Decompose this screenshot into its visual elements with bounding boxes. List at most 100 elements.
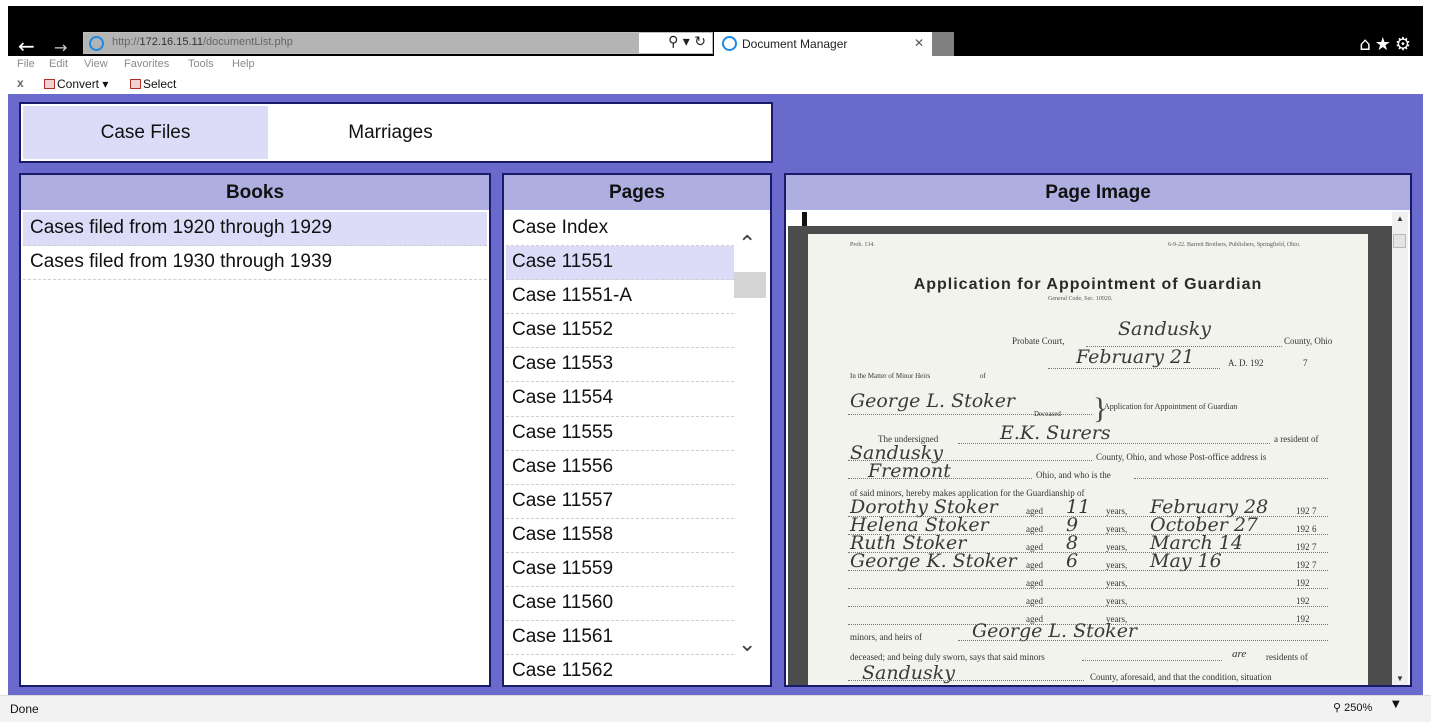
menu-view[interactable]: View [84, 58, 108, 70]
chevron-down-icon[interactable]: ⌄ [738, 632, 756, 657]
book-item-1920-1929[interactable]: Cases filed from 1920 through 1929 [23, 212, 487, 246]
ad-year: 7 [1303, 358, 1308, 368]
year-prefix: 192 [1296, 578, 1310, 588]
page-item[interactable]: Case 11555 [506, 417, 734, 451]
chevron-up-icon[interactable]: ⌃ [738, 232, 756, 257]
books-list: Cases filed from 1920 through 1929 Cases… [23, 212, 487, 280]
page-item[interactable]: Case 11553 [506, 348, 734, 383]
year-prefix: 192 [1296, 524, 1310, 534]
page-item[interactable]: Case 11556 [506, 451, 734, 485]
page-image-panel: Page Image Prob. 134. 6-9-22. Barrett Br… [784, 173, 1412, 687]
zoom-level[interactable]: ⚲ 250% [1333, 701, 1372, 714]
child-birth-date: May 16 [1150, 550, 1222, 572]
menu-help[interactable]: Help [232, 58, 255, 70]
page-item[interactable]: Case 11559 [506, 553, 734, 588]
document-manager-app: Case Files Marriages Books Cases filed f… [8, 94, 1423, 695]
url-host: 172.16.15.11 [139, 36, 203, 48]
menu-edit[interactable]: Edit [49, 58, 68, 70]
image-scrollbar[interactable]: ▲ ▼ [1392, 212, 1408, 685]
tab-case-files[interactable]: Case Files [23, 106, 268, 159]
pdf-icon [44, 79, 55, 89]
years-label: years, [1106, 560, 1128, 570]
page-item[interactable]: Case 11558 [506, 519, 734, 553]
date-hand: February 21 [1076, 346, 1195, 368]
page-item[interactable]: Case 11551-A [506, 280, 734, 315]
browser-tab[interactable]: Document Manager ✕ [714, 32, 932, 56]
child-year: 6 [1312, 524, 1317, 534]
child-year: 7 [1312, 506, 1317, 516]
zoom-dropdown-icon[interactable]: ▼ [1392, 699, 1400, 710]
year-prefix: 192 [1296, 614, 1310, 624]
home-icon[interactable]: ⌂ [1359, 34, 1374, 55]
years-label: years, [1106, 524, 1128, 534]
home-favorites-settings-icons[interactable]: ⌂★⚙ [1359, 34, 1415, 55]
convert-button[interactable]: Convert ▾ [44, 77, 108, 91]
tab-close-icon[interactable]: ✕ [914, 36, 924, 50]
matter-label: In the Matter of Minor Heirs [850, 372, 931, 380]
book-item-1930-1939[interactable]: Cases filed from 1930 through 1939 [23, 246, 487, 280]
address-bar[interactable]: http://172.16.15.11/documentList.php ⚲ ▾… [83, 32, 713, 54]
page-item[interactable]: Case 11552 [506, 314, 734, 349]
pages-panel: Pages Case Index Case 11551 Case 11551-A… [502, 173, 772, 687]
scroll-down-icon[interactable]: ▼ [1396, 674, 1404, 683]
browser-titlebar: ← → http://172.16.15.11/documentList.php… [0, 0, 1431, 58]
gear-icon[interactable]: ⚙ [1395, 34, 1415, 55]
aged-label: aged [1026, 524, 1043, 534]
menu-favorites[interactable]: Favorites [124, 58, 169, 70]
pages-list[interactable]: Case Index Case 11551 Case 11551-A Case … [506, 212, 734, 685]
command-bar: x Convert ▾ Select [0, 74, 1431, 94]
search-refresh-icons[interactable]: ⚲ ▾ ↻ [668, 34, 706, 50]
page-item[interactable]: Case 11561 [506, 621, 734, 656]
applicant-name: E.K. Surers [1000, 422, 1111, 444]
select-label: Select [143, 77, 177, 91]
select-icon [130, 79, 141, 89]
heirs-name: George L. Stoker [972, 620, 1138, 642]
star-icon[interactable]: ★ [1375, 34, 1395, 55]
years-label: years, [1106, 578, 1128, 588]
tab-ie-icon [722, 36, 737, 51]
url-path: /documentList.php [202, 36, 293, 48]
tab-marriages[interactable]: Marriages [268, 106, 513, 159]
magnifier-icon: ⚲ [1333, 702, 1345, 714]
convert-dropdown-icon[interactable]: ▾ [102, 77, 108, 91]
aged-label: aged [1026, 506, 1043, 516]
page-item[interactable]: Case 11560 [506, 587, 734, 622]
years-label: years, [1106, 506, 1128, 516]
page-item[interactable]: Case Index [506, 212, 734, 247]
year-prefix: 192 [1296, 596, 1310, 606]
new-tab-button[interactable] [932, 32, 954, 56]
page-item[interactable]: Case 11562 [506, 655, 734, 685]
page-item[interactable]: Case 11557 [506, 485, 734, 519]
publisher-line: 6-9-22. Barrett Brothers, Publishers, Sp… [1168, 242, 1301, 248]
status-bar: Done ⚲ 250% ▼ [0, 695, 1431, 722]
aged-label: aged [1026, 578, 1043, 588]
resident-label: a resident of [1274, 434, 1319, 444]
aged-label: aged [1026, 560, 1043, 570]
select-button[interactable]: Select [130, 77, 176, 91]
deceased-label: Deceased [1034, 410, 1061, 418]
pages-scroll-thumb[interactable] [734, 272, 766, 298]
scroll-up-icon[interactable]: ▲ [1396, 214, 1404, 223]
child-year: 7 [1312, 560, 1317, 570]
page-image-viewer[interactable]: Prob. 134. 6-9-22. Barrett Brothers, Pub… [788, 212, 1408, 685]
ohio-label: Ohio, and who is the [1036, 470, 1111, 480]
forward-arrow-icon[interactable]: → [54, 38, 67, 58]
form-number: Prob. 134. [850, 242, 875, 248]
page-image-header: Page Image [786, 175, 1410, 210]
application-label: Application for Appointment of Guardian [1104, 402, 1238, 411]
child-age: 6 [1066, 550, 1079, 572]
status-text: Done [10, 702, 39, 716]
menu-tools[interactable]: Tools [188, 58, 214, 70]
zoom-value: 250% [1344, 702, 1373, 714]
child-year: 7 [1312, 542, 1317, 552]
page-item[interactable]: Case 11551 [506, 246, 734, 281]
document-subtitle: General Code, Sec. 10920. [1048, 296, 1113, 302]
books-panel: Books Cases filed from 1920 through 1929… [19, 173, 491, 687]
close-toolbar-icon[interactable]: x [17, 76, 24, 90]
back-arrow-icon[interactable]: ← [18, 36, 35, 56]
page-item[interactable]: Case 11554 [506, 382, 734, 417]
image-scroll-thumb[interactable] [1393, 234, 1406, 248]
pages-scrollbar[interactable]: ⌃ ⌄ [734, 212, 768, 685]
menu-file[interactable]: File [17, 58, 35, 70]
year-prefix: 192 [1296, 560, 1310, 570]
